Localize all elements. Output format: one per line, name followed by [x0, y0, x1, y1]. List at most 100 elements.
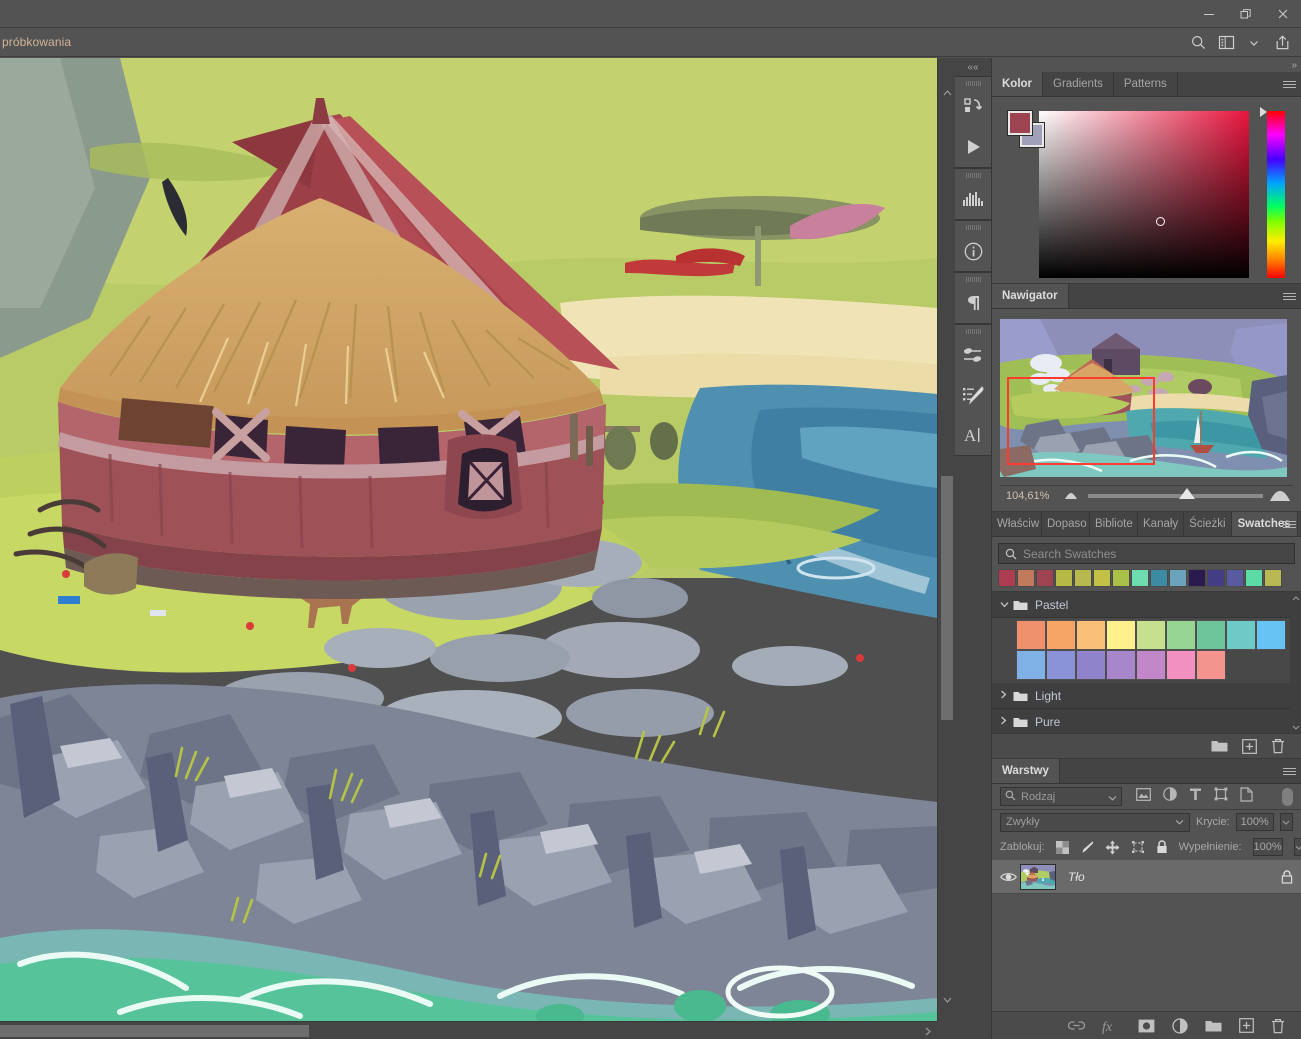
saturation-value-field[interactable]: [1039, 111, 1249, 278]
brush-settings-icon[interactable]: [955, 375, 991, 415]
navigator-thumbnail[interactable]: [1000, 319, 1287, 477]
recent-swatch-8[interactable]: [1150, 569, 1168, 587]
swatches-search-box[interactable]: [998, 543, 1295, 564]
chevron-down-icon[interactable]: [1241, 31, 1267, 55]
tab-kolor[interactable]: Kolor: [992, 72, 1044, 96]
swatch-group-pastel[interactable]: Pastel: [992, 592, 1301, 618]
canvas-horizontal-scrollbar[interactable]: [0, 1021, 937, 1039]
swatch-pastel-6[interactable]: [1196, 620, 1226, 650]
dock-grip[interactable]: [955, 325, 991, 335]
recent-swatch-4[interactable]: [1074, 569, 1092, 587]
workspace-icon[interactable]: [1213, 31, 1239, 55]
delete-swatch-icon[interactable]: [1271, 738, 1285, 754]
character-icon[interactable]: A: [955, 415, 991, 455]
recent-swatch-13[interactable]: [1245, 569, 1263, 587]
swatch-pastel-15[interactable]: [1196, 650, 1226, 680]
swatches-list[interactable]: Pastel Light Pure: [992, 591, 1301, 733]
fx-icon[interactable]: fx: [1102, 1018, 1121, 1034]
swatch-pastel-4[interactable]: [1136, 620, 1166, 650]
recent-swatch-0[interactable]: [998, 569, 1016, 587]
dock-collapse-button[interactable]: ««: [955, 58, 991, 76]
scroll-up-icon[interactable]: [938, 86, 956, 100]
info-icon[interactable]: [955, 231, 991, 271]
chevron-down-icon[interactable]: [1175, 818, 1184, 827]
swatch-pastel-12[interactable]: [1106, 650, 1136, 680]
table-row[interactable]: Tło: [992, 860, 1301, 894]
opacity-stepper-icon[interactable]: [1279, 813, 1293, 831]
new-group-icon[interactable]: [1205, 1019, 1222, 1033]
color-panel-menu-icon[interactable]: [1277, 72, 1301, 97]
swatch-pastel-3[interactable]: [1106, 620, 1136, 650]
filter-enable-toggle[interactable]: [1282, 787, 1293, 806]
hue-slider-marker[interactable]: [1260, 107, 1267, 117]
artwork-image[interactable]: [0, 58, 937, 1021]
horizontal-scroll-thumb[interactable]: [0, 1025, 310, 1037]
swatch-pastel-10[interactable]: [1046, 650, 1076, 680]
layer-kind-filter[interactable]: Rodzaj: [1000, 787, 1122, 806]
canvas-viewport[interactable]: [0, 58, 937, 1021]
layers-panel-menu-icon[interactable]: [1277, 759, 1301, 784]
paragraph-icon[interactable]: [955, 283, 991, 323]
layer-visibility-icon[interactable]: [996, 871, 1020, 883]
collapse-panels-icon[interactable]: »: [1291, 60, 1297, 71]
link-layers-icon[interactable]: [1068, 1020, 1085, 1031]
swatch-pastel-11[interactable]: [1076, 650, 1106, 680]
type-filter-icon[interactable]: [1189, 787, 1202, 806]
tab-kanaly[interactable]: Kanały: [1138, 512, 1185, 536]
recent-swatch-12[interactable]: [1226, 569, 1244, 587]
tab-sciezki[interactable]: Ścieżki: [1184, 512, 1232, 536]
swatch-pastel-1[interactable]: [1046, 620, 1076, 650]
delete-layer-icon[interactable]: [1271, 1018, 1285, 1034]
chevron-down-icon[interactable]: [1108, 788, 1117, 806]
new-swatch-icon[interactable]: [1242, 738, 1257, 754]
zoom-level-value[interactable]: 104,61%: [1000, 489, 1058, 502]
swatch-pastel-0[interactable]: [1016, 620, 1046, 650]
adjustment-layer-icon[interactable]: [1172, 1017, 1188, 1034]
blend-mode-select[interactable]: Zwykły: [1000, 812, 1191, 832]
foreground-color-swatch[interactable]: [1007, 110, 1033, 136]
close-button[interactable]: [1264, 0, 1301, 28]
swatch-pastel-8[interactable]: [1256, 620, 1286, 650]
tab-nawigator[interactable]: Nawigator: [992, 284, 1069, 308]
opacity-value[interactable]: 100%: [1235, 813, 1274, 831]
lock-all-icon[interactable]: [1156, 840, 1168, 854]
restore-button[interactable]: [1227, 0, 1264, 28]
pixel-filter-icon[interactable]: [1136, 787, 1151, 806]
layer-thumbnail[interactable]: [1020, 863, 1056, 890]
recent-swatch-11[interactable]: [1207, 569, 1225, 587]
minimize-button[interactable]: [1190, 0, 1227, 28]
recent-swatch-1[interactable]: [1017, 569, 1035, 587]
swatch-pastel-14[interactable]: [1166, 650, 1196, 680]
vertical-scroll-thumb[interactable]: [941, 476, 953, 721]
histogram-icon[interactable]: [955, 179, 991, 219]
dock-grip[interactable]: [955, 77, 991, 87]
tab-warstwy[interactable]: Warstwy: [992, 759, 1060, 783]
tab-wlasciwosci[interactable]: Właściw: [992, 512, 1042, 536]
scroll-right-icon[interactable]: [921, 1024, 935, 1038]
chevron-right-icon[interactable]: [1000, 690, 1012, 701]
tab-patterns[interactable]: Patterns: [1113, 72, 1178, 96]
hue-slider[interactable]: [1267, 111, 1285, 278]
swatch-pastel-13[interactable]: [1136, 650, 1166, 680]
lock-position-icon[interactable]: [1105, 840, 1120, 855]
tab-biblioteki[interactable]: Bibliote: [1090, 512, 1138, 536]
navigator-panel-menu-icon[interactable]: [1277, 284, 1301, 309]
tab-dopasowania[interactable]: Dopaso: [1042, 512, 1090, 536]
recent-swatch-3[interactable]: [1055, 569, 1073, 587]
swatch-pastel-9[interactable]: [1016, 650, 1046, 680]
scroll-up-icon[interactable]: [1290, 592, 1301, 604]
scroll-down-icon[interactable]: [938, 993, 956, 1007]
swatch-pastel-5[interactable]: [1166, 620, 1196, 650]
adjustments-icon[interactable]: [955, 335, 991, 375]
canvas-vertical-scrollbar[interactable]: [937, 58, 955, 1021]
tab-gradients[interactable]: Gradients: [1043, 72, 1114, 96]
scroll-down-icon[interactable]: [1290, 721, 1301, 733]
color-picker-marker[interactable]: [1156, 216, 1166, 226]
fill-stepper-icon[interactable]: [1293, 838, 1301, 856]
swatches-panel-menu-icon[interactable]: [1277, 512, 1301, 537]
recent-swatch-10[interactable]: [1188, 569, 1206, 587]
shape-filter-icon[interactable]: [1214, 787, 1228, 806]
swatch-pastel-7[interactable]: [1226, 620, 1256, 650]
swatch-group-pure[interactable]: Pure: [992, 709, 1301, 733]
share-icon[interactable]: [1269, 31, 1295, 55]
